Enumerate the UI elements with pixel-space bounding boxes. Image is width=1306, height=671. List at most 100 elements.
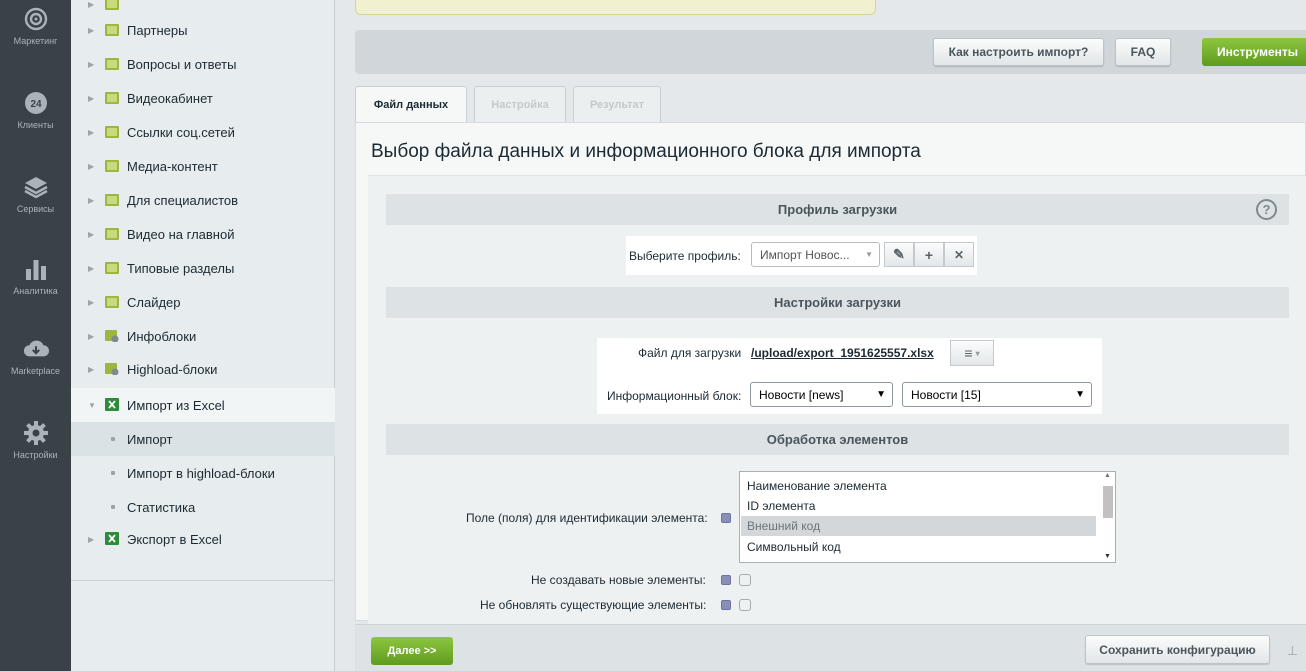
expand-arrow-icon[interactable]: ▶ bbox=[88, 26, 94, 35]
pencil-icon: ✎ bbox=[893, 246, 905, 262]
next-button[interactable]: Далее >> bbox=[371, 637, 453, 665]
expand-arrow-icon[interactable]: ▶ bbox=[88, 298, 94, 307]
tab-result[interactable]: Результат bbox=[573, 86, 661, 122]
profile-select-value: Импорт Новос... bbox=[760, 247, 850, 262]
sidebar-item-slider[interactable]: ▶ Слайдер bbox=[71, 285, 335, 319]
leftbar-item-analytics[interactable]: Аналитика bbox=[0, 256, 71, 296]
sidebar-item-videocabinet[interactable]: ▶ Видеокабинет bbox=[71, 81, 335, 115]
sidebar-subitem-import[interactable]: Импорт bbox=[71, 422, 335, 456]
section-header-profile: Профиль загрузки ? bbox=[386, 194, 1289, 225]
expand-arrow-icon[interactable]: ▶ bbox=[88, 94, 94, 103]
bullet-icon bbox=[111, 505, 115, 509]
sidebar-item-specialists[interactable]: ▶ Для специалистов bbox=[71, 183, 335, 217]
leftbar-item-services[interactable]: Сервисы bbox=[0, 174, 71, 214]
sidebar-item-import-excel[interactable]: ▼ Импорт из Excel bbox=[71, 388, 335, 422]
leftbar-item-marketplace[interactable]: Marketplace bbox=[0, 336, 71, 376]
expand-arrow-icon[interactable]: ▶ bbox=[88, 332, 94, 341]
sidebar-subitem-statistics[interactable]: Статистика bbox=[71, 490, 335, 524]
expand-arrow-icon[interactable]: ▶ bbox=[88, 365, 94, 374]
no-update-checkbox[interactable] bbox=[739, 599, 751, 611]
sidebar-item-social-links[interactable]: ▶ Ссылки соц.сетей bbox=[71, 115, 335, 149]
save-config-button[interactable]: Сохранить конфигурацию bbox=[1085, 635, 1270, 664]
expand-arrow-icon[interactable]: ▶ bbox=[88, 230, 94, 239]
section-title: Настройки загрузки bbox=[774, 295, 901, 310]
sidebar-item-media[interactable]: ▶ Медиа-контент bbox=[71, 149, 335, 183]
sidebar-subitem-import-highload[interactable]: Импорт в highload-блоки bbox=[71, 456, 335, 490]
folder-icon bbox=[105, 262, 119, 274]
sidebar-item-export-excel[interactable]: ▶ Экспорт в Excel bbox=[71, 522, 335, 556]
leftbar-label: Marketplace bbox=[10, 366, 61, 376]
scroll-up-icon[interactable]: ▲ bbox=[1104, 472, 1111, 479]
pin-icon[interactable]: ⊥ bbox=[1287, 643, 1298, 659]
sidebar-divider bbox=[71, 580, 335, 581]
excel-icon bbox=[105, 532, 119, 545]
sidebar-item-highload[interactable]: ▶ Highload-блоки bbox=[71, 352, 335, 386]
no-update-label: Не обновлять существующие элементы: bbox=[480, 598, 707, 612]
bottom-bar: Далее >> Сохранить конфигурацию ⊥ bbox=[355, 624, 1306, 671]
plus-icon: + bbox=[924, 246, 934, 263]
tab-settings[interactable]: Настройка bbox=[474, 86, 566, 122]
help-icon[interactable]: ? bbox=[1256, 199, 1277, 220]
folder-icon bbox=[105, 92, 119, 104]
collapse-arrow-icon[interactable]: ▼ bbox=[88, 401, 96, 410]
listbox-option-selected[interactable]: Внешний код bbox=[741, 516, 1096, 536]
chevron-down-icon: ▼ bbox=[865, 250, 873, 259]
leftbar-item-settings[interactable]: Настройки bbox=[0, 420, 71, 460]
svg-text:24: 24 bbox=[30, 99, 42, 110]
profile-row: Выберите профиль: Импорт Новос... ▼ ✎ + … bbox=[626, 236, 977, 275]
folder-icon bbox=[105, 296, 119, 308]
iblock-type-select[interactable]: Новости [news] ▼ bbox=[750, 382, 893, 407]
listbox-option[interactable]: Символьный код bbox=[741, 537, 1096, 557]
listbox-option[interactable]: ID элемента bbox=[741, 496, 1096, 516]
hint-icon[interactable] bbox=[721, 600, 731, 610]
scroll-down-icon[interactable]: ▼ bbox=[1104, 553, 1111, 560]
profile-label: Выберите профиль: bbox=[629, 249, 741, 263]
iblock-value: Новости [15] bbox=[911, 387, 981, 402]
sidebar-item-label: Инфоблоки bbox=[127, 328, 197, 344]
expand-arrow-icon[interactable]: ▶ bbox=[88, 535, 94, 544]
file-menu-button[interactable]: ≡ ▾ bbox=[950, 340, 994, 366]
sidebar-item-label: Импорт в highload-блоки bbox=[127, 465, 275, 481]
sidebar-item-typical-sections[interactable]: ▶ Типовые разделы bbox=[71, 251, 335, 285]
tab-data-file[interactable]: Файл данных bbox=[355, 86, 467, 122]
scrollbar-thumb[interactable] bbox=[1103, 486, 1113, 518]
section-title: Обработка элементов bbox=[766, 432, 909, 447]
expand-arrow-icon[interactable]: ▶ bbox=[88, 60, 94, 69]
leftbar-item-clients[interactable]: 24 Клиенты bbox=[0, 90, 71, 130]
toolbar: Как настроить импорт? FAQ Инструменты ▾ bbox=[355, 30, 1306, 74]
profile-select[interactable]: Импорт Новос... ▼ bbox=[751, 242, 880, 267]
listbox-scrollbar[interactable]: ▲ ▼ bbox=[1101, 472, 1115, 562]
sidebar-item-main-video[interactable]: ▶ Видео на главной bbox=[71, 217, 335, 251]
menu-icon: ≡ bbox=[964, 345, 973, 361]
sidebar-item-infoblocks[interactable]: ▶ Инфоблоки bbox=[71, 319, 335, 353]
sidebar-item-partners[interactable]: ▶ Партнеры bbox=[71, 13, 335, 47]
faq-button[interactable]: FAQ bbox=[1115, 38, 1171, 66]
how-to-import-button[interactable]: Как настроить импорт? bbox=[933, 38, 1104, 66]
add-profile-button[interactable]: + bbox=[914, 242, 944, 267]
file-link[interactable]: /upload/export_1951625557.xlsx bbox=[751, 346, 934, 360]
no-create-checkbox[interactable] bbox=[739, 574, 751, 586]
folder-icon bbox=[105, 24, 119, 36]
sidebar-item-faq[interactable]: ▶ Вопросы и ответы bbox=[71, 47, 335, 81]
import-panel: Выбор файла данных и информационного бло… bbox=[355, 122, 1306, 635]
leftbar-item-marketing[interactable]: Маркетинг bbox=[0, 6, 71, 46]
tools-button[interactable]: Инструменты ▾ bbox=[1202, 38, 1306, 66]
expand-arrow-icon[interactable]: ▶ bbox=[88, 264, 94, 273]
chevron-down-icon: ▼ bbox=[1075, 389, 1085, 400]
highload-icon bbox=[105, 363, 119, 375]
edit-profile-button[interactable]: ✎ bbox=[884, 242, 914, 267]
hint-icon[interactable] bbox=[721, 513, 731, 523]
hint-icon[interactable] bbox=[721, 575, 731, 585]
listbox-option[interactable]: Наименование элемента bbox=[741, 476, 1096, 496]
close-icon: ✕ bbox=[953, 247, 965, 262]
sidebar-tree: ▶ ▶ Партнеры ▶ Вопросы и ответы ▶ Видеок… bbox=[71, 0, 335, 671]
expand-arrow-icon[interactable]: ▶ bbox=[88, 196, 94, 205]
folder-icon bbox=[105, 194, 119, 206]
delete-profile-button[interactable]: ✕ bbox=[944, 242, 974, 267]
iblock-select[interactable]: Новости [15] ▼ bbox=[902, 382, 1092, 407]
expand-arrow-icon[interactable]: ▶ bbox=[88, 162, 94, 171]
id-fields-listbox[interactable]: Наименование элемента ID элемента Внешни… bbox=[739, 471, 1116, 563]
expand-arrow-icon[interactable]: ▶ bbox=[88, 128, 94, 137]
expand-arrow-icon[interactable]: ▶ bbox=[88, 0, 94, 9]
sidebar-item-label: Импорт bbox=[127, 431, 173, 447]
